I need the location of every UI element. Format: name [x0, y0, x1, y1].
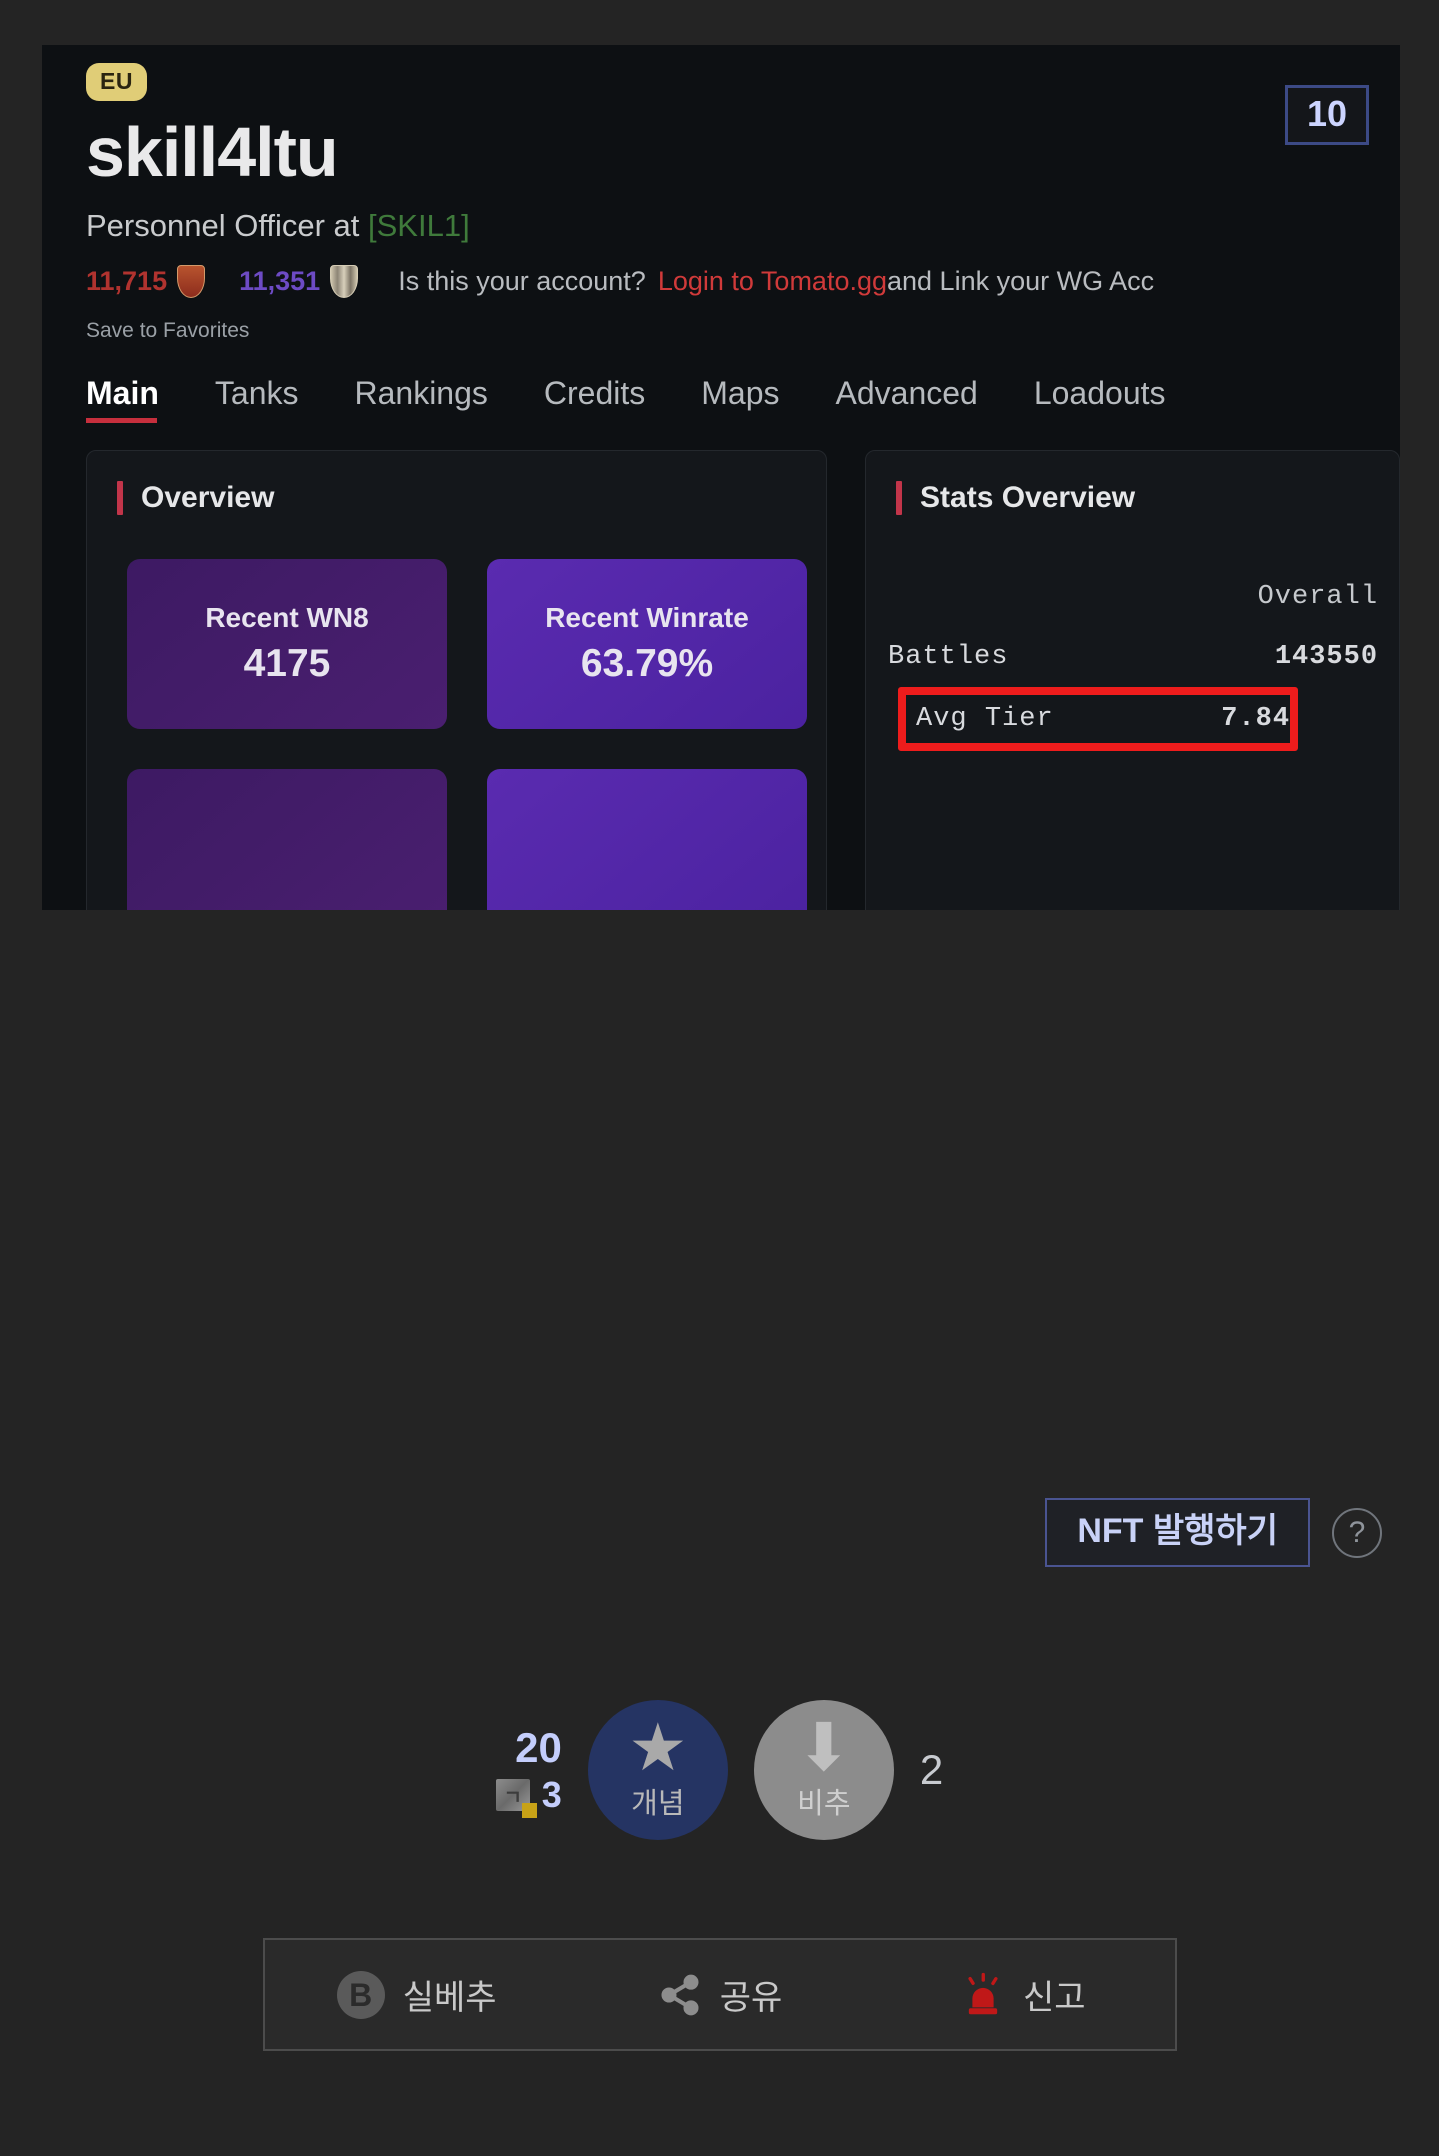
- upvote-count: 20: [515, 1724, 562, 1771]
- upvote-label: 개념: [631, 1787, 685, 1820]
- upvote-button[interactable]: ★ 개념: [587, 1700, 728, 1840]
- tab-maps[interactable]: Maps: [701, 375, 779, 423]
- silbechu-label: 실베추: [402, 1979, 497, 2017]
- stats-row-value: 7.84: [1221, 704, 1291, 734]
- down-arrow-icon: ⬇: [796, 1710, 852, 1785]
- profile-header: EU skill4ltu Personnel Officer at [SKIL1…: [42, 45, 1400, 341]
- tab-main[interactable]: Main: [86, 375, 159, 423]
- comment-image-icon: ㄱ: [495, 1779, 537, 1818]
- tile-value: 4175: [243, 642, 331, 685]
- stats-overview-panel: Stats Overview Overall Battles 143550 Av…: [865, 450, 1400, 910]
- stats-panel-title: Stats Overview: [866, 481, 1399, 515]
- embedded-screenshot: EU skill4ltu Personnel Officer at [SKIL1…: [42, 45, 1400, 910]
- nft-row: NFT 발행하기 ?: [1045, 1498, 1382, 1567]
- clan-tag-link[interactable]: [SKIL1]: [368, 208, 470, 243]
- share-icon: [658, 1973, 702, 2017]
- role-text: Personnel Officer at: [86, 208, 369, 243]
- region-badge: EU: [86, 63, 147, 101]
- login-link[interactable]: Login to Tomato.gg: [658, 268, 887, 295]
- tab-tanks[interactable]: Tanks: [215, 375, 299, 423]
- account-link-rest: and Link your WG Acc: [887, 266, 1155, 296]
- vote-row: 20 ㄱ 3 ★ 개념 ⬇ 비추 2: [0, 1700, 1439, 1840]
- account-question: Is this your account?: [398, 266, 646, 296]
- wn8-badge-icon: [177, 265, 206, 298]
- vote-count-group: 20 ㄱ 3: [495, 1724, 562, 1818]
- panel-row: Overview Recent WN8 4175 Recent Winrate …: [86, 450, 1400, 910]
- player-name: skill4ltu: [86, 113, 339, 191]
- siren-icon: [961, 1972, 1005, 2018]
- share-label: 공유: [719, 1979, 783, 2017]
- tile-recent-winrate[interactable]: Recent Winrate 63.79%: [487, 559, 807, 729]
- downvote-label: 비추: [797, 1787, 851, 1820]
- tile-label: Recent WN8: [205, 602, 369, 633]
- tab-loadouts[interactable]: Loadouts: [1034, 375, 1166, 423]
- tile-partial-right[interactable]: [487, 769, 807, 910]
- star-icon: ★: [628, 1710, 688, 1785]
- overview-panel-title: Overview: [87, 481, 826, 515]
- save-to-favorites-link[interactable]: Save to Favorites: [86, 320, 1400, 341]
- corner-number-badge: 10: [1284, 85, 1369, 145]
- overview-panel: Overview Recent WN8 4175 Recent Winrate …: [86, 450, 828, 910]
- tile-label: Recent Winrate: [545, 602, 749, 633]
- table-row: Avg Tier 7.84: [916, 695, 1290, 743]
- stats-table-header: Overall: [888, 567, 1399, 627]
- stats-row-value: 143550: [1274, 642, 1379, 672]
- tab-rankings[interactable]: Rankings: [354, 375, 487, 423]
- stats-row-key: Avg Tier: [916, 704, 1054, 734]
- stats-header-overall: Overall: [1257, 582, 1379, 612]
- stats-row-key: Battles: [888, 642, 1009, 672]
- share-button[interactable]: 공유: [568, 1970, 871, 2019]
- tile-recent-wn8[interactable]: Recent WN8 4175: [127, 559, 447, 729]
- rating-row: 11,715 11,351 Is this your account? Logi…: [86, 265, 1400, 298]
- winrate-badge-icon: [330, 265, 359, 298]
- report-button[interactable]: 신고: [872, 1970, 1175, 2019]
- tab-bar: Main Tanks Rankings Credits Maps Advance…: [86, 375, 1400, 423]
- b-badge-icon: B: [336, 1970, 385, 2019]
- tile-value: 63.79%: [580, 642, 714, 685]
- help-icon[interactable]: ?: [1332, 1507, 1382, 1558]
- report-label: 신고: [1023, 1979, 1086, 2017]
- wn8-rating: 11,715: [86, 266, 168, 296]
- sub-count-group: ㄱ 3: [495, 1774, 562, 1818]
- table-row: Battles 143550: [888, 627, 1399, 687]
- nft-mint-button[interactable]: NFT 발행하기: [1045, 1498, 1310, 1567]
- player-role: Personnel Officer at [SKIL1]: [86, 210, 1400, 241]
- silbechu-button[interactable]: B 실베추: [265, 1970, 568, 2019]
- stats-table: Overall Battles 143550 Avg Tier 7.84: [866, 567, 1399, 751]
- downvote-button[interactable]: ⬇ 비추: [753, 1700, 894, 1840]
- overview-tile-grid: Recent WN8 4175 Recent Winrate 63.79%: [87, 515, 826, 910]
- tab-credits[interactable]: Credits: [544, 375, 645, 423]
- sub-count: 3: [541, 1774, 562, 1815]
- action-bar: B 실베추 공유 신고: [263, 1938, 1177, 2051]
- tile-partial-left[interactable]: [127, 769, 447, 910]
- avg-tier-highlight-box: Avg Tier 7.84: [898, 687, 1299, 751]
- downvote-count: 2: [919, 1746, 944, 1793]
- winrate-rating: 11,351: [239, 266, 321, 296]
- tab-advanced[interactable]: Advanced: [836, 375, 978, 423]
